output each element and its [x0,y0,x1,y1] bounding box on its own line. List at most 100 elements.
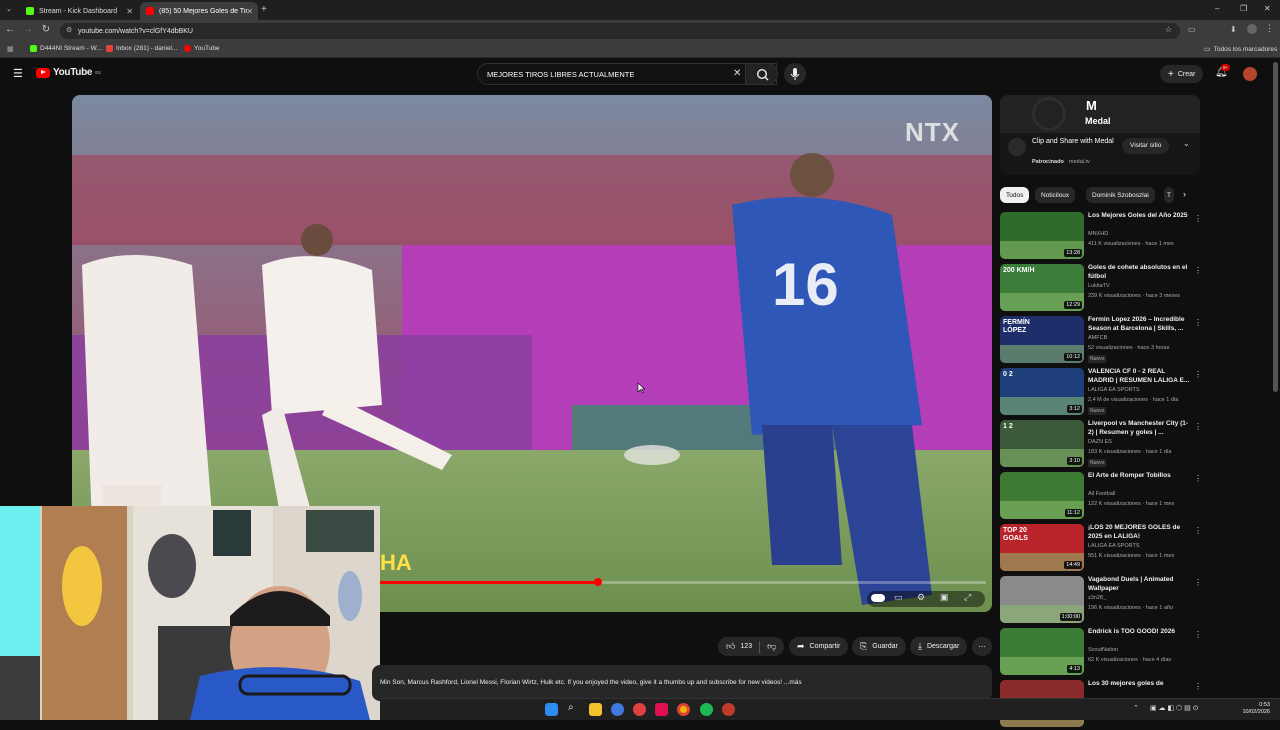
tiktok-icon[interactable] [655,703,668,716]
channel-name[interactable]: MNXHD [1088,231,1108,237]
chip-szoboszlai[interactable]: Dominik Szoboszlai [1086,187,1155,203]
more-vertical-icon[interactable]: ⋮ [1194,318,1202,327]
video-thumbnail[interactable]: 1:00:00 [1000,576,1084,623]
all-bookmarks[interactable]: ▭ Todos los marcadores [1204,45,1277,54]
video-thumbnail[interactable]: 0 2 3:12 [1000,368,1084,415]
tray-icons[interactable]: ▣ ☁ ◧ ⬡ ▤ ⊙ [1150,704,1199,712]
recommendation-item[interactable]: FERMÍN LÓPEZ 10:12 Fermin Lopez 2026 – Inc… [1000,316,1205,366]
chip-todos[interactable]: Todos [1000,187,1030,203]
video-title[interactable]: Fermin Lopez 2026 – Incredible Season at… [1088,316,1192,333]
bookmark-star-icon[interactable]: ☆ [1165,25,1172,34]
bookmark-item[interactable]: YouTube [184,45,220,52]
chrome-icon[interactable] [677,703,690,716]
bookmark-item[interactable]: D444NI Stream - W... [30,45,102,52]
apps-grid-icon[interactable]: ▦ [7,45,14,53]
recommendation-item[interactable]: 1 2 3:10 Liverpool vs Manchester City (1-2… [1000,420,1205,470]
maximize-icon[interactable]: ❐ [1240,4,1247,13]
recommendation-item[interactable]: 4:13 Endrick is TOO GOOD! 2026 ScoutNation… [1000,628,1205,678]
video-thumbnail[interactable]: TOP 20 GOALS 14:49 [1000,524,1084,571]
channel-name[interactable]: LALIGA EA SPORTS [1088,387,1140,393]
video-thumbnail[interactable]: 13:28 [1000,212,1084,259]
download-icon[interactable]: ⬇ [1230,25,1237,34]
spotify-icon[interactable] [700,703,713,716]
recommendation-item[interactable]: 13:28 Los Mejores Goles del Año 2025 MNXHD… [1000,212,1205,262]
progress-bar[interactable] [380,578,986,586]
youtube-logo[interactable]: YouTube ES [36,67,101,78]
recommendation-item[interactable]: 1:00:00 Vagabond Duels | Animated Wallpap… [1000,576,1205,626]
more-vertical-icon[interactable]: ⋮ [1194,578,1202,587]
sponsored-ad[interactable]: M Medal Clip and Share with Medal Patroc… [1000,95,1200,175]
minimize-icon[interactable]: – [1215,4,1219,13]
visit-site-button[interactable]: Visitar sitio [1122,138,1170,154]
video-thumbnail[interactable]: 200 KM/H 12:29 [1000,264,1084,311]
video-thumbnail[interactable]: 1 2 3:10 [1000,420,1084,467]
more-vertical-icon[interactable]: ⋮ [1194,266,1202,275]
channel-name[interactable]: z3n28_ [1088,595,1106,601]
thumbs-down-icon[interactable]: 👎︎ [767,641,776,652]
like-button[interactable]: 👍︎ 123 👎︎ [718,637,785,656]
clear-search-icon[interactable]: ✕ [733,68,741,79]
voice-search-button[interactable] [784,63,806,85]
more-vertical-icon[interactable]: ⋮ [1194,630,1202,639]
profile-avatar[interactable] [1247,24,1257,34]
fullscreen-icon[interactable]: ⤢ [964,592,971,603]
account-avatar[interactable] [1243,67,1257,81]
video-title[interactable]: Los Mejores Goles del Año 2025 [1088,212,1192,221]
bookmark-item[interactable]: Inbox (281) - daniel... [106,45,177,52]
more-vertical-icon[interactable]: ⋮ [1194,370,1202,379]
address-bar[interactable]: ⚙ youtube.com/watch?v=clGfY4dbBKU ☆ [60,23,1180,39]
tab-youtube-video[interactable]: (85) 50 Mejores Goles de Tiro Libre ✕ [140,2,258,20]
download-button[interactable]: ⤓ Descargar [910,637,968,656]
video-title[interactable]: Goles de cohete absolutos en el fútbol [1088,264,1192,281]
recommendation-item[interactable]: TOP 20 GOALS 14:49 ¡LOS 20 MEJORES GOLES d… [1000,524,1205,574]
window-close-icon[interactable]: ✕ [1264,4,1271,13]
tray-chevron-icon[interactable]: ⌃ [1133,704,1139,712]
channel-name[interactable]: DAZN ES [1088,439,1112,445]
video-title[interactable]: ¡LOS 20 MEJORES GOLES de 2025 en LALIGA! [1088,524,1192,541]
edge-icon[interactable] [611,703,624,716]
video-thumbnail[interactable]: 11:12 [1000,472,1084,519]
video-title[interactable]: El Arte de Romper Tobillos [1088,472,1192,481]
recommendation-item[interactable]: 11:12 El Arte de Romper Tobillos All Footb… [1000,472,1205,522]
app-icon[interactable] [722,703,735,716]
channel-name[interactable]: ScoutNation [1088,647,1118,653]
close-icon[interactable]: ✕ [126,7,133,16]
back-icon[interactable]: ← [3,24,17,35]
video-title[interactable]: Vagabond Duels | Animated Wallpaper [1088,576,1192,593]
menu-icon[interactable]: ⋮ [1265,23,1274,34]
close-icon[interactable]: ✕ [246,7,253,16]
page-scrollbar[interactable] [1273,62,1278,392]
video-thumbnail[interactable]: FERMÍN LÓPEZ 10:12 [1000,316,1084,363]
search-icon[interactable]: ⌕ [568,702,581,715]
video-title[interactable]: VALENCIA CF 0 - 2 REAL MADRID | RESUMEN … [1088,368,1192,385]
more-actions-button[interactable]: ⋯ [972,637,992,656]
more-vertical-icon[interactable]: ⋮ [1194,526,1202,535]
more-vertical-icon[interactable]: ⋮ [1194,682,1202,691]
recommendation-item[interactable]: 0 2 3:12 VALENCIA CF 0 - 2 REAL MADRID | R… [1000,368,1205,418]
video-thumbnail[interactable]: 4:13 [1000,628,1084,675]
channel-name[interactable]: LALIGA EA SPORTS [1088,543,1140,549]
chevron-down-icon[interactable]: ⌄ [1183,139,1190,148]
channel-name[interactable]: AMFCB [1088,335,1107,341]
video-title[interactable]: Liverpool vs Manchester City (1-2) | Res… [1088,420,1192,437]
app-icon[interactable] [633,703,646,716]
search-button[interactable] [745,63,778,85]
more-vertical-icon[interactable]: ⋮ [1194,214,1202,223]
system-clock[interactable]: 0:53 10/02/2026 [1242,702,1270,716]
channel-name[interactable]: LukitaTV [1088,283,1110,289]
save-button[interactable]: ⎘ Guardar [852,637,906,656]
autoplay-toggle[interactable] [871,594,885,602]
channel-name[interactable]: All Football [1088,491,1115,497]
create-button[interactable]: + Crear [1160,65,1204,83]
chevron-right-icon[interactable]: › [1183,189,1186,199]
miniplayer-icon[interactable]: ▣ [940,592,949,603]
more-vertical-icon[interactable]: ⋮ [1194,422,1202,431]
tab-search-icon[interactable]: ⌄ [6,5,12,13]
search-input[interactable]: MEJORES TIROS LIBRES ACTUALMENTE ✕ [477,63,777,85]
settings-gear-icon[interactable]: ⚙ [917,592,925,603]
subtitles-icon[interactable]: ▭ [894,592,903,603]
tab-kick-dashboard[interactable]: Stream - Kick Dashboard ✕ [20,2,138,20]
share-button[interactable]: ➦ Compartir [789,637,849,656]
file-explorer-icon[interactable] [589,703,602,716]
cast-icon[interactable]: ▭ [1188,25,1196,34]
